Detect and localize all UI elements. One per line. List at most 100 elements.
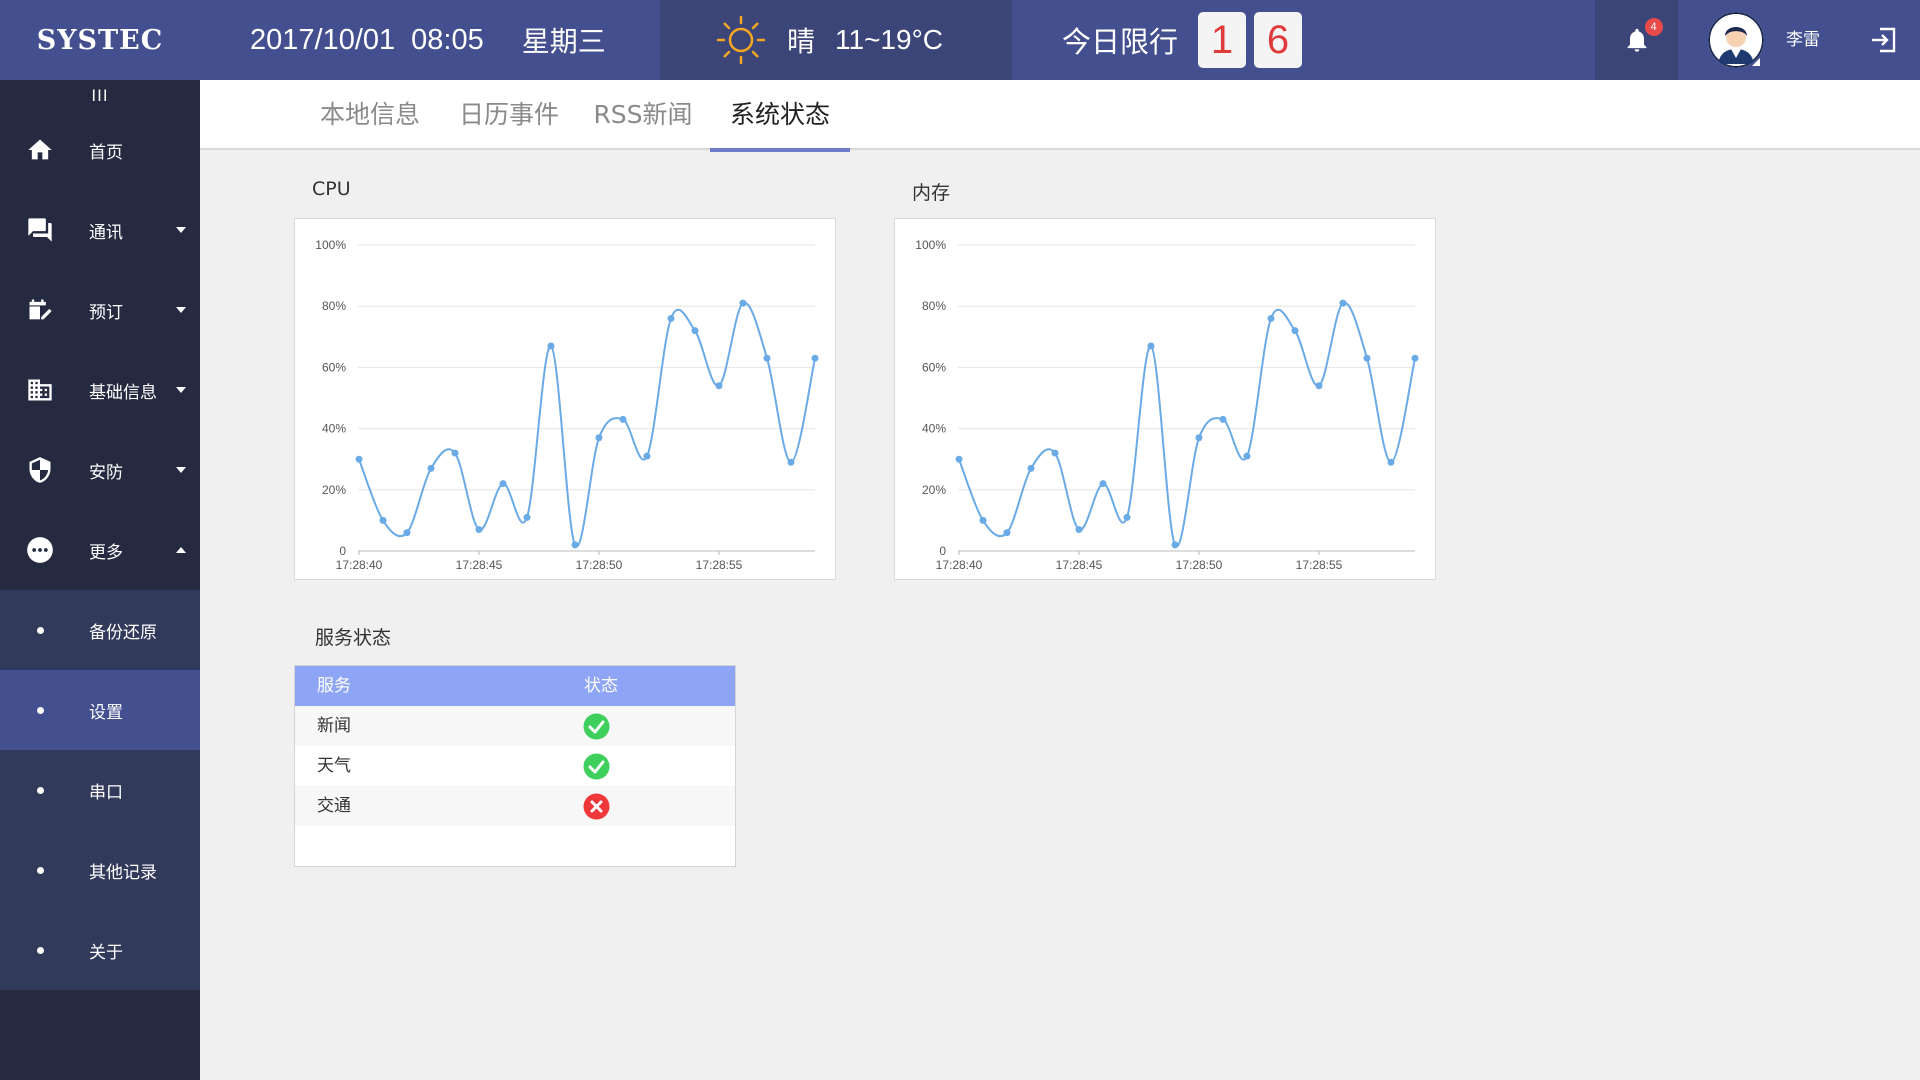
- tab-rss[interactable]: RSS新闻: [578, 80, 708, 150]
- data-point: [1291, 327, 1299, 335]
- service-name: 新闻: [317, 716, 351, 736]
- data-point: [1315, 382, 1323, 390]
- limit-digit: 1: [1198, 12, 1247, 68]
- sidebar-subitem-backup[interactable]: 备份还原: [0, 590, 200, 670]
- data-point: [547, 342, 555, 350]
- y-tick-label: 40%: [322, 422, 346, 436]
- traffic-limit: 今日限行 1 6: [1062, 0, 1303, 80]
- date-text: 2017/10/01: [250, 23, 396, 56]
- cpu-chart-svg: 0 20% 40% 60% 80% 100% 17:28:40 17:28:45 17:28:5…: [315, 238, 819, 572]
- data-point: [955, 455, 963, 463]
- table-header: 服务 状态: [295, 666, 735, 706]
- x-tick-label: 17:28:40: [936, 558, 983, 572]
- sidebar-subitem-settings[interactable]: 设置: [0, 670, 200, 750]
- sidebar-item-more[interactable]: 更多: [0, 510, 200, 590]
- logo: SYSTEC: [0, 0, 200, 80]
- data-point: [979, 516, 987, 524]
- weather-condition: 晴: [787, 25, 816, 58]
- data-point: [1075, 526, 1083, 534]
- sidebar-item-comm[interactable]: 通讯: [0, 190, 200, 270]
- column-header-status: 状态: [584, 676, 618, 696]
- data-point: [1363, 354, 1371, 362]
- datetime: 2017/10/01 08:05 星期三: [250, 0, 606, 80]
- sidebar-item-label: 安防: [89, 462, 123, 483]
- table-row: 交通: [295, 786, 735, 826]
- data-point: [1099, 480, 1107, 488]
- y-tick-label: 0: [939, 544, 946, 558]
- limit-digit: 6: [1254, 12, 1303, 68]
- booking-icon: [29, 299, 52, 320]
- table-body: 新闻天气交通: [295, 706, 735, 826]
- data-point: [787, 458, 795, 466]
- username[interactable]: 李雷: [1786, 0, 1820, 80]
- sidebar-item-home[interactable]: 首页: [0, 110, 200, 190]
- data-point: [499, 480, 507, 488]
- sidebar-item-booking[interactable]: 预订: [0, 270, 200, 350]
- logo-text: SYSTEC: [36, 24, 164, 56]
- sidebar-subitem-about[interactable]: 关于: [0, 910, 200, 990]
- data-point: [1243, 452, 1251, 460]
- data-point: [523, 513, 531, 521]
- memory-chart-title: 内存: [912, 182, 951, 204]
- sidebar-subitem-label: 其他记录: [89, 862, 157, 883]
- sidebar-subitem-label: 备份还原: [89, 622, 157, 643]
- tab-calendar[interactable]: 日历事件: [444, 80, 574, 150]
- x-tick-label: 17:28:45: [456, 558, 503, 572]
- data-point: [1147, 342, 1155, 350]
- service-name: 天气: [317, 756, 351, 776]
- data-point: [1027, 464, 1035, 472]
- bullet-icon: [37, 866, 44, 874]
- sidebar-collapse-toggle[interactable]: III: [0, 80, 200, 110]
- data-point: [811, 354, 819, 362]
- data-point: [1051, 449, 1059, 457]
- data-point: [643, 452, 651, 460]
- notification-button[interactable]: 4: [1595, 0, 1678, 80]
- cpu-chart: 0 20% 40% 60% 80% 100% 17:28:40 17:28:45 17:28:5…: [294, 218, 836, 580]
- data-point: [1195, 434, 1203, 442]
- sidebar-item-security[interactable]: 安防: [0, 430, 200, 510]
- sidebar-item-basic-info[interactable]: 基础信息: [0, 350, 200, 430]
- chevron-down-icon: [176, 307, 186, 313]
- tab-bar: 本地信息 日历事件 RSS新闻 系统状态: [200, 80, 1920, 152]
- more-icon: [27, 537, 53, 563]
- chevron-down-icon: [176, 387, 186, 393]
- memory-chart-svg: 0 20% 40% 60% 80% 100% 17:28:40 17:28:45 17:28:5…: [915, 238, 1419, 572]
- memory-chart: 0 20% 40% 60% 80% 100% 17:28:40 17:28:45 17:28:5…: [894, 218, 1436, 580]
- tab-local-info[interactable]: 本地信息: [300, 80, 440, 150]
- y-tick-label: 60%: [322, 360, 346, 374]
- y-tick-label: 100%: [315, 238, 346, 252]
- data-point: [403, 529, 411, 537]
- y-tick-label: 80%: [922, 299, 946, 313]
- bullet-icon: [37, 626, 44, 634]
- bullet-icon: [37, 706, 44, 714]
- home-icon: [28, 139, 52, 160]
- check-circle-icon: [583, 753, 610, 780]
- data-point: [715, 382, 723, 390]
- bullet-icon: [37, 946, 44, 954]
- data-point: [691, 327, 699, 335]
- data-point: [1411, 354, 1419, 362]
- top-bar: SYSTEC 2017/10/01 08:05 星期三 晴 11~19°C 今日…: [0, 0, 1920, 80]
- bullet-icon: [37, 786, 44, 794]
- logout-icon[interactable]: [1868, 24, 1900, 56]
- data-point: [763, 354, 771, 362]
- chat-icon: [28, 218, 52, 242]
- sidebar-item-label: 首页: [89, 142, 123, 163]
- error-circle-icon: [583, 793, 610, 820]
- data-point: [379, 516, 387, 524]
- y-tick-label: 20%: [922, 483, 946, 497]
- service-status-title: 服务状态: [315, 627, 392, 649]
- series-line: [358, 301, 816, 548]
- data-point: [667, 314, 675, 322]
- sidebar-subitem-other-records[interactable]: 其他记录: [0, 830, 200, 910]
- y-tick-label: 40%: [922, 422, 946, 436]
- weather-temp: 11~19°C: [835, 24, 943, 55]
- chevron-down-icon: [176, 467, 186, 473]
- tab-system-status[interactable]: 系统状态: [710, 80, 850, 152]
- avatar-caret: [1752, 58, 1760, 66]
- table-row: 天气: [295, 746, 735, 786]
- sidebar-subitem-serial[interactable]: 串口: [0, 750, 200, 830]
- sun-icon: [716, 15, 766, 65]
- check-circle-icon: [583, 713, 610, 740]
- data-point: [355, 455, 363, 463]
